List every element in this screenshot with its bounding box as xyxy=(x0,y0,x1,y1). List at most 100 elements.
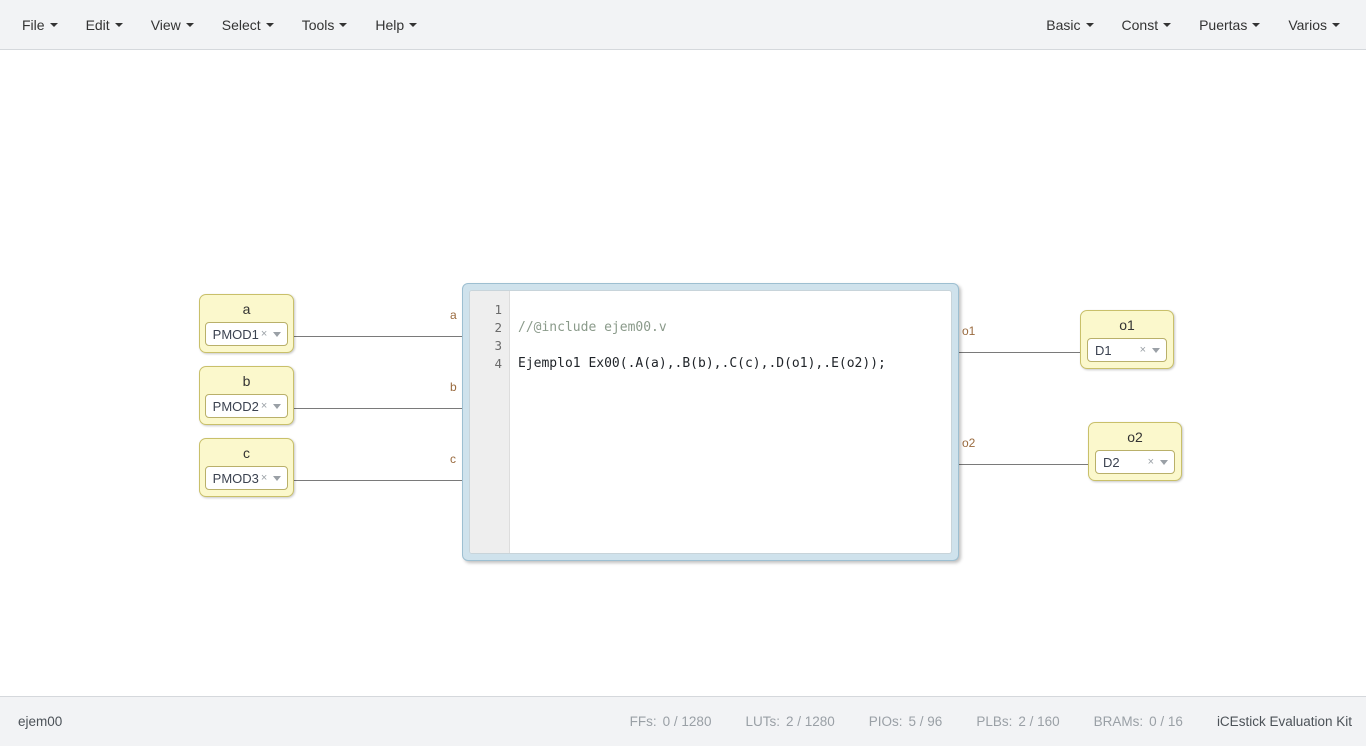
stat-ffs: FFs: 0 / 1280 xyxy=(630,714,712,729)
wire-label-o1: o1 xyxy=(962,324,976,338)
output-block-o1-pin-select[interactable]: D1 × xyxy=(1087,338,1167,362)
line-number: 2 xyxy=(494,320,502,335)
menu-view-label: View xyxy=(150,16,181,33)
chevron-down-icon xyxy=(1332,22,1340,27)
chevron-down-icon xyxy=(265,22,274,27)
menu-const-label: Const xyxy=(1121,16,1159,33)
menu-group-left: File Edit View Select Tools Help xyxy=(8,10,431,40)
menu-tools-label: Tools xyxy=(301,16,335,33)
output-block-o2-title: o2 xyxy=(1127,429,1143,445)
chevron-down-icon xyxy=(1163,22,1172,27)
line-number-gutter: 1 2 3 4 xyxy=(470,291,510,553)
chevron-down-icon[interactable] xyxy=(273,403,282,409)
output-block-o2[interactable]: o2 D2 × xyxy=(1088,422,1182,481)
menu-group-right: Basic Const Puertas Varios xyxy=(1032,10,1354,40)
wire-label-c: c xyxy=(450,452,456,466)
code-line-4: Ejemplo1 Ex00(.A(a),.B(b),.C(c),.D(o1),.… xyxy=(518,356,886,371)
code-editor[interactable]: 1 2 3 4 //@include ejem00.v Ejemplo1 Ex00(.… xyxy=(469,290,952,554)
menu-basic[interactable]: Basic xyxy=(1032,10,1107,40)
input-block-a-pin-select[interactable]: PMOD1 × xyxy=(204,322,289,346)
input-block-c-pin-value: PMOD3 xyxy=(212,470,259,486)
wire-o2[interactable] xyxy=(958,464,1089,465)
menu-file[interactable]: File xyxy=(8,10,72,40)
line-number: 4 xyxy=(494,356,502,371)
stat-luts-value: 2 / 1280 xyxy=(785,714,835,729)
chevron-down-icon xyxy=(409,22,418,27)
schematic-canvas[interactable]: a b c o1 o2 a PMOD1 × b PMOD2 × c PMOD3 … xyxy=(0,51,1366,696)
clear-icon[interactable]: × xyxy=(1140,344,1146,356)
chevron-down-icon xyxy=(185,22,194,27)
stat-brams-label: BRAMs: xyxy=(1093,714,1144,729)
stat-luts: LUTs: 2 / 1280 xyxy=(745,714,834,729)
resource-stats: FFs: 0 / 1280 LUTs: 2 / 1280 PIOs: 5 / 9… xyxy=(596,714,1352,729)
menu-view[interactable]: View xyxy=(137,10,208,40)
wire-label-b: b xyxy=(450,380,457,394)
wire-a[interactable] xyxy=(294,336,463,337)
menu-varios-label: Varios xyxy=(1288,16,1327,33)
menu-basic-label: Basic xyxy=(1046,16,1081,33)
wire-label-o2: o2 xyxy=(962,436,976,450)
verilog-code-block[interactable]: 1 2 3 4 //@include ejem00.v Ejemplo1 Ex00(.… xyxy=(462,283,959,561)
input-block-b-pin-value: PMOD2 xyxy=(212,398,259,414)
chevron-down-icon xyxy=(1252,22,1261,27)
output-block-o1-pin-value: D1 xyxy=(1095,342,1112,358)
status-bar: ejem00 FFs: 0 / 1280 LUTs: 2 / 1280 PIOs… xyxy=(0,696,1366,746)
menu-bar: File Edit View Select Tools Help Basic C… xyxy=(0,0,1366,50)
chevron-down-icon xyxy=(1085,22,1094,27)
menu-help[interactable]: Help xyxy=(361,10,431,40)
stat-brams: BRAMs: 0 / 16 xyxy=(1094,714,1183,729)
stat-pios-label: PIOs: xyxy=(868,714,903,729)
line-number: 3 xyxy=(494,338,502,353)
menu-edit[interactable]: Edit xyxy=(72,10,137,40)
stat-pios: PIOs: 5 / 96 xyxy=(869,714,943,729)
clear-icon[interactable]: × xyxy=(261,400,267,412)
output-block-o2-pin-value: D2 xyxy=(1103,454,1120,470)
chevron-down-icon xyxy=(114,22,123,27)
input-block-b-title: b xyxy=(242,373,251,389)
stat-plbs-label: PLBs: xyxy=(976,714,1013,729)
chevron-down-icon[interactable] xyxy=(273,475,282,481)
board-name[interactable]: iCEstick Evaluation Kit xyxy=(1217,714,1352,729)
wire-c[interactable] xyxy=(294,480,463,481)
chevron-down-icon[interactable] xyxy=(1152,347,1160,353)
menu-puertas-label: Puertas xyxy=(1199,16,1248,33)
clear-icon[interactable]: × xyxy=(1148,456,1154,468)
menu-const[interactable]: Const xyxy=(1108,10,1186,40)
clear-icon[interactable]: × xyxy=(261,328,267,340)
input-block-c-title: c xyxy=(243,445,250,461)
input-block-a[interactable]: a PMOD1 × xyxy=(199,294,294,353)
chevron-down-icon[interactable] xyxy=(273,331,282,337)
input-block-b-pin-select[interactable]: PMOD2 × xyxy=(204,394,289,418)
menu-help-label: Help xyxy=(375,16,405,33)
line-number: 1 xyxy=(494,302,502,317)
clear-icon[interactable]: × xyxy=(261,472,267,484)
menu-puertas[interactable]: Puertas xyxy=(1185,10,1274,40)
stat-plbs-value: 2 / 160 xyxy=(1018,714,1060,729)
chevron-down-icon xyxy=(339,22,348,27)
stat-plbs: PLBs: 2 / 160 xyxy=(976,714,1059,729)
project-name: ejem00 xyxy=(18,714,63,729)
stat-luts-label: LUTs: xyxy=(745,714,780,729)
stat-ffs-value: 0 / 1280 xyxy=(662,714,712,729)
input-block-b[interactable]: b PMOD2 × xyxy=(199,366,294,425)
menu-varios[interactable]: Varios xyxy=(1274,10,1354,40)
menu-tools[interactable]: Tools xyxy=(288,10,362,40)
output-block-o1-title: o1 xyxy=(1119,317,1135,333)
wire-o1[interactable] xyxy=(958,352,1081,353)
input-block-c[interactable]: c PMOD3 × xyxy=(199,438,294,497)
stat-brams-value: 0 / 16 xyxy=(1149,714,1183,729)
menu-edit-label: Edit xyxy=(85,16,110,33)
chevron-down-icon[interactable] xyxy=(1160,459,1168,465)
wire-label-a: a xyxy=(450,308,457,322)
menu-select[interactable]: Select xyxy=(208,10,288,40)
stat-pios-value: 5 / 96 xyxy=(908,714,943,729)
input-block-c-pin-select[interactable]: PMOD3 × xyxy=(204,466,289,490)
output-block-o1[interactable]: o1 D1 × xyxy=(1080,310,1174,369)
stat-ffs-label: FFs: xyxy=(629,714,657,729)
code-text-area[interactable]: //@include ejem00.v Ejemplo1 Ex00(.A(a),… xyxy=(510,291,951,553)
code-line-2: //@include ejem00.v xyxy=(518,320,667,335)
output-block-o2-pin-select[interactable]: D2 × xyxy=(1095,450,1175,474)
input-block-a-pin-value: PMOD1 xyxy=(212,326,259,342)
wire-b[interactable] xyxy=(294,408,463,409)
input-block-a-title: a xyxy=(242,301,251,317)
